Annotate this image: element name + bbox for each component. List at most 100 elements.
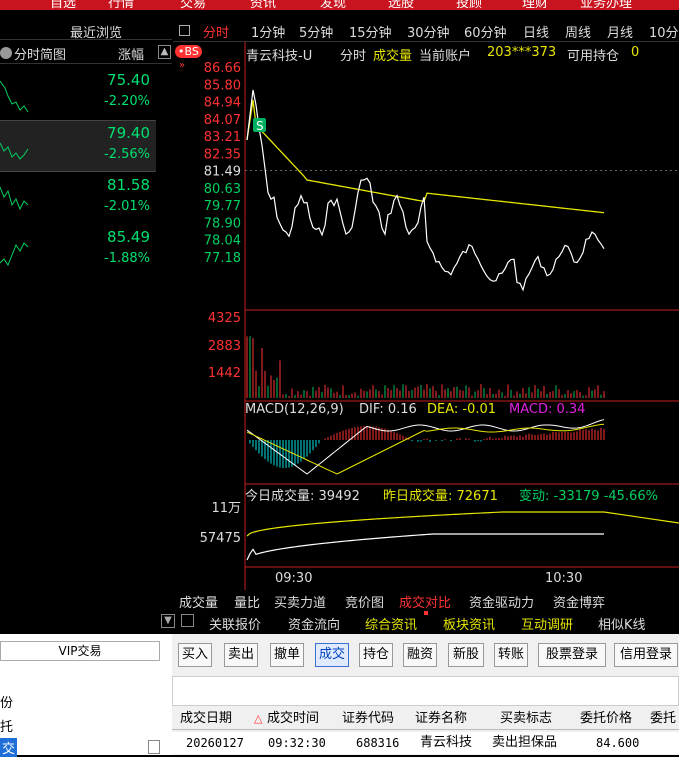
bottom-tabs: 成交量 量比 买卖力道 竞价图 成交对比 资金驱动力 资金博弈 ▼ 关联报价 资… (161, 590, 679, 634)
sparkline (0, 142, 29, 160)
price-tick-label: 83.21 (204, 130, 241, 145)
col-change[interactable]: 涨幅 (118, 44, 144, 63)
top-menu-bar: 自选 行情 交易 资讯 发现 选股 投顾 理财 业务办理 (0, 0, 679, 10)
volume-tick-label: 2883 (208, 339, 241, 354)
price-line (246, 89, 605, 292)
menu-item[interactable]: 行情 (108, 0, 134, 10)
col-code[interactable]: 证券代码 (342, 709, 394, 729)
stock-item[interactable]: 75.40 -2.20% (0, 68, 156, 120)
stock-item-selected[interactable]: 79.40 -2.56% (0, 120, 156, 172)
col-direction[interactable]: 买卖标志 (500, 709, 552, 729)
price-tick-label: 79.77 (204, 199, 241, 214)
recent-browse-panel: 最近浏览 分时简图 涨幅 ▲ 75.40 -2.20% 79.40 -2.56%… (0, 20, 172, 632)
price-tick-label: 81.49 (204, 165, 241, 180)
stock-change: -2.20% (104, 94, 150, 109)
tab-fund-flow[interactable]: 资金流向 (288, 614, 340, 633)
tab-fund-game[interactable]: 资金博弈 (553, 592, 605, 611)
credit-login-button[interactable]: 信用登录 (614, 643, 678, 667)
today-volume-label: 今日成交量: 39492 (245, 489, 360, 504)
price-tick-label: 86.66 (204, 61, 241, 76)
tab-volume[interactable]: 成交量 (179, 592, 218, 611)
col-order[interactable]: 委托 (650, 709, 676, 729)
tab-news[interactable]: 综合资讯 (365, 614, 417, 633)
intraday-chart[interactable]: 86.66 85.80 84.94 84.07 83.21 82.35 81.49 80.63… (173, 20, 679, 590)
macd-label: MACD(12,26,9) (245, 402, 344, 417)
sparkline (0, 242, 29, 267)
stock-login-button[interactable]: 股票登录 (538, 643, 606, 667)
col-deal-time[interactable]: 成交时间 (267, 709, 319, 729)
cell-code: 688316 (356, 736, 400, 750)
tab-auction[interactable]: 竞价图 (345, 592, 384, 611)
transfer-button[interactable]: 转账 (494, 643, 528, 667)
tab-fund-drive[interactable]: 资金驱动力 (469, 592, 534, 611)
menu-item[interactable]: 理财 (522, 0, 548, 10)
dif-label: DIF: 0.16 (359, 402, 417, 417)
cell-name: 青云科技 (420, 735, 473, 750)
tab-volume-ratio[interactable]: 量比 (234, 592, 260, 611)
table-row[interactable]: 20260127 09:32:30 688316 青云科技 卖出担保品 84.6… (172, 732, 679, 754)
collapse-icon[interactable]: ▼ (161, 614, 175, 628)
table-header: 成交日期 △ 成交时间 证券代码 证券名称 买卖标志 委托价格 委托 (172, 708, 679, 730)
sell-signal-label: S (256, 119, 264, 133)
column-header: 分时简图 涨幅 ▲ (0, 42, 172, 64)
menu-item[interactable]: 投顾 (456, 0, 482, 10)
deals-button[interactable]: 成交 (315, 643, 349, 667)
today-cum-volume-line (246, 533, 604, 561)
panel-icon[interactable] (181, 614, 194, 627)
col-name[interactable]: 证券名称 (415, 709, 467, 729)
nav-item-selected[interactable]: 交 (0, 738, 18, 757)
tab-trade-compare[interactable]: 成交对比 (399, 592, 451, 611)
collapse-icon[interactable]: ▲ (158, 45, 171, 59)
stock-price: 81.58 (107, 176, 150, 194)
tab-similar-kline[interactable]: 相似K线 (598, 614, 646, 633)
position-button[interactable]: 持仓 (359, 643, 393, 667)
nav-item[interactable]: 份 (0, 692, 13, 711)
cancel-order-button[interactable]: 撤单 (270, 643, 304, 667)
stock-price: 79.40 (107, 124, 150, 142)
cell-order-price: 84.600 (596, 736, 640, 750)
tab-sector-news[interactable]: 板块资讯 (443, 614, 495, 633)
price-tick-label: 82.35 (204, 147, 241, 162)
cell-direction: 卖出担保品 (492, 735, 558, 750)
menu-item[interactable]: 交易 (180, 0, 206, 10)
menu-item[interactable]: 资讯 (250, 0, 276, 10)
tab-related-quote[interactable]: 关联报价 (209, 614, 261, 633)
stock-change: -2.01% (104, 199, 150, 214)
sparkline (0, 80, 29, 113)
menu-item[interactable]: 自选 (50, 0, 76, 10)
cum-tick-label: 57475 (200, 531, 241, 546)
yesterday-volume-label: 昨日成交量: 72671 (383, 489, 498, 504)
menu-item[interactable]: 选股 (388, 0, 414, 10)
checkbox[interactable] (148, 740, 160, 754)
price-tick-label: 85.80 (204, 78, 241, 93)
volume-tick-label: 1442 (208, 366, 241, 381)
chart-panel: 分时 1分钟 5分钟 15分钟 30分钟 60分钟 日线 周线 月线 10分 •… (173, 20, 679, 632)
buy-button[interactable]: 买入 (178, 643, 212, 667)
stock-item[interactable]: 85.49 -1.88% (0, 225, 156, 277)
time-tick-label: 09:30 (275, 571, 312, 586)
price-tick-label: 78.04 (204, 234, 241, 249)
panel-title: 最近浏览 (70, 26, 123, 41)
ipo-button[interactable]: 新股 (448, 643, 484, 667)
trade-panel: 买入 卖出 撤单 成交 持仓 融资 新股 转账 股票登录 信用登录 成交日期 △… (172, 634, 679, 755)
tab-interactive-research[interactable]: 互动调研 (521, 614, 573, 633)
stock-item[interactable]: 81.58 -2.01% (0, 173, 156, 225)
col-deal-date[interactable]: 成交日期 (180, 709, 232, 729)
nav-item[interactable]: 托 (0, 716, 13, 735)
cell-time: 09:32:30 (268, 736, 326, 750)
cell-date: 20260127 (186, 736, 244, 750)
circle-icon (0, 47, 12, 59)
col-order-price[interactable]: 委托价格 (580, 709, 632, 729)
time-tick-label: 10:30 (545, 571, 582, 586)
info-bar (172, 676, 679, 706)
news-dot (424, 611, 428, 615)
price-tick-label: 77.18 (204, 251, 241, 266)
sell-button[interactable]: 卖出 (224, 643, 258, 667)
margin-button[interactable]: 融资 (403, 643, 437, 667)
menu-item[interactable]: 业务办理 (580, 0, 632, 10)
vip-trade-button[interactable]: VIP交易 (0, 641, 160, 661)
menu-item[interactable]: 发现 (320, 0, 346, 10)
price-tick-label: 78.90 (204, 216, 241, 231)
volume-tick-label: 4325 (208, 311, 241, 326)
tab-trade-force[interactable]: 买卖力道 (274, 592, 326, 611)
